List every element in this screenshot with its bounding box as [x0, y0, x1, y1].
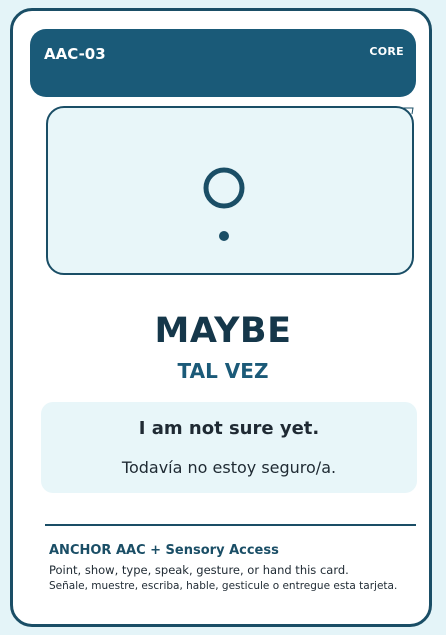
icon-dot	[219, 231, 229, 241]
maybe-question-icon	[203, 167, 245, 241]
footer-instructions-spanish: Señale, muestre, escriba, hable, gesticu…	[49, 580, 398, 592]
card-code: AAC-03	[44, 45, 106, 63]
icon-ring	[203, 167, 245, 209]
footer-instructions-english: Point, show, type, speak, gesture, or ha…	[49, 563, 349, 577]
card-header: AAC-03 CORE	[30, 29, 416, 97]
symbol-panel	[46, 106, 414, 275]
phrase-spanish: Todavía no estoy seguro/a.	[121, 458, 337, 477]
footer-title: ANCHOR AAC + Sensory Access	[49, 543, 279, 558]
phrase-panel: I am not sure yet. Todavía no estoy segu…	[41, 402, 417, 493]
divider	[45, 524, 416, 526]
aac-card: AAC-03 CORE MAYBE TAL VEZ I am not sure …	[10, 8, 432, 627]
corner-fold-icon	[403, 107, 414, 115]
word-spanish: TAL VEZ	[177, 359, 269, 383]
phrase-english: I am not sure yet.	[138, 418, 320, 439]
category-tag: CORE	[369, 45, 404, 58]
word-english: MAYBE	[154, 311, 292, 351]
